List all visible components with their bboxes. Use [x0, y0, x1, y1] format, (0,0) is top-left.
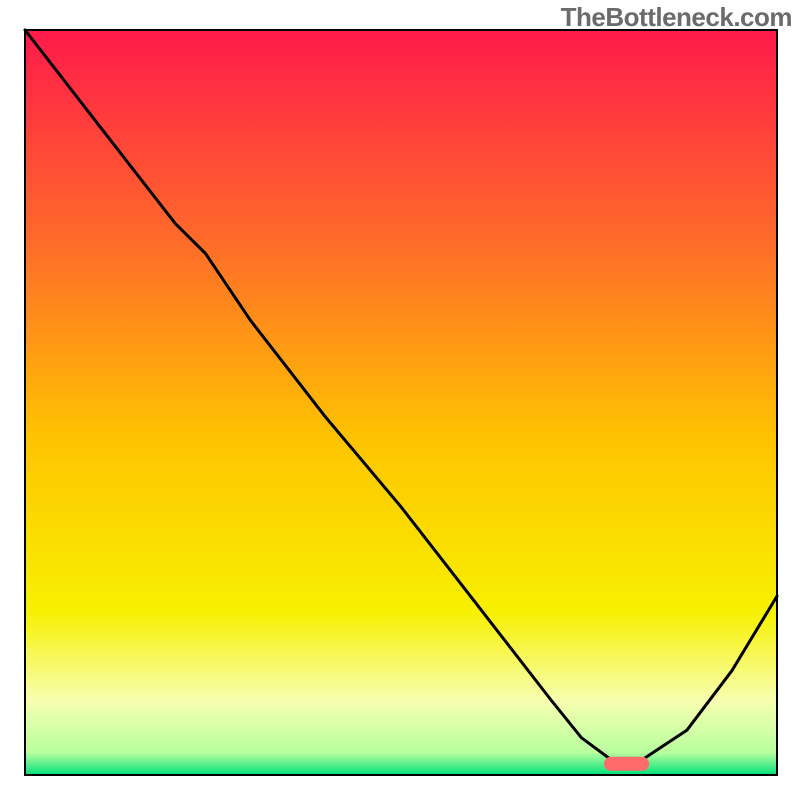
watermark-label: TheBottleneck.com	[561, 2, 792, 33]
plot-background	[25, 30, 777, 775]
chart-container: TheBottleneck.com	[0, 0, 800, 800]
optimal-marker	[604, 757, 649, 771]
bottleneck-chart	[0, 0, 800, 800]
